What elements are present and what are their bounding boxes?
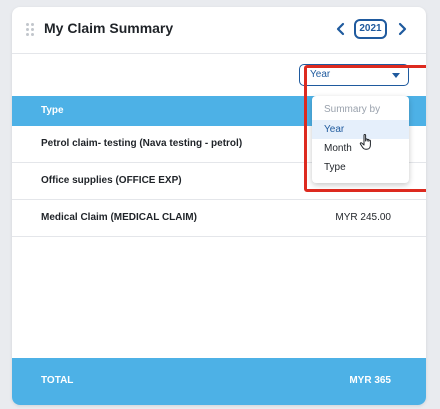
claim-summary-card: My Claim Summary 2021 Year Type Petrol c… — [12, 7, 426, 405]
chevron-left-icon — [336, 22, 345, 36]
row-claim-type: Office supplies (OFFICE EXP) — [41, 175, 182, 186]
year-display: 2021 — [354, 19, 387, 39]
next-year-button[interactable] — [393, 19, 411, 39]
table-row[interactable]: Medical Claim (MEDICAL CLAIM) MYR 245.00 — [12, 200, 426, 237]
row-claim-type: Petrol claim- testing (Nava testing - pe… — [41, 138, 243, 149]
chevron-right-icon — [398, 22, 407, 36]
highlight-box — [304, 65, 426, 192]
card-header: My Claim Summary 2021 — [12, 7, 426, 53]
table-footer: TOTAL MYR 365 — [12, 358, 426, 405]
header-divider — [12, 53, 426, 54]
total-amount: MYR 365 — [349, 375, 391, 386]
total-label: TOTAL — [41, 375, 74, 386]
card-title: My Claim Summary — [44, 20, 174, 36]
row-claim-type: Medical Claim (MEDICAL CLAIM) — [41, 212, 197, 223]
row-amount: MYR 245.00 — [335, 212, 391, 223]
previous-year-button[interactable] — [332, 19, 350, 39]
drag-handle-icon[interactable] — [26, 23, 34, 36]
column-header-type: Type — [41, 105, 64, 116]
